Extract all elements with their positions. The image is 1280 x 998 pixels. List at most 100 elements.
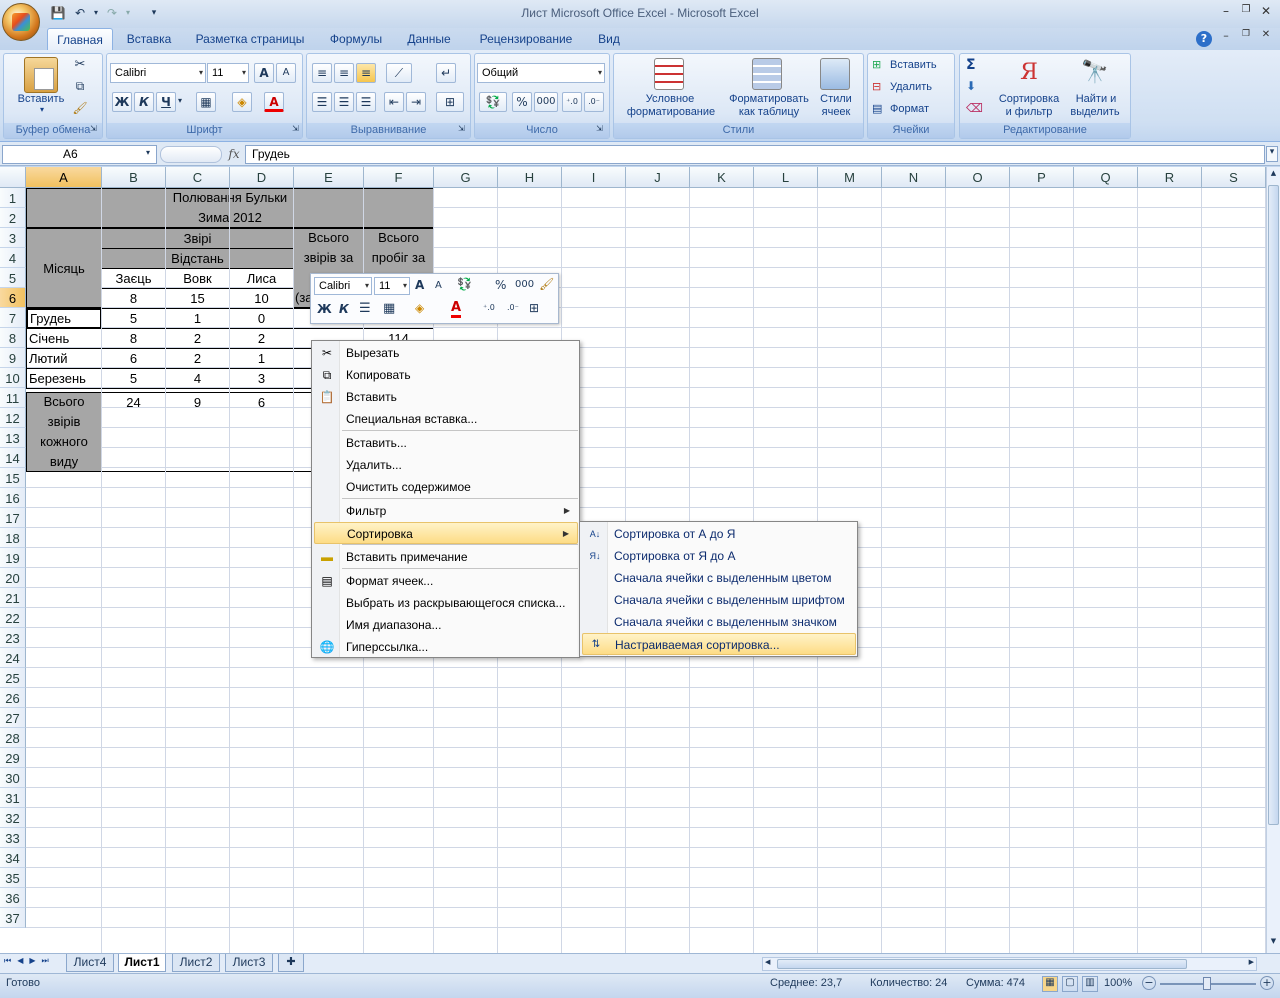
mini-font-color-icon[interactable]: A bbox=[451, 300, 462, 318]
cell-styles-icon[interactable] bbox=[820, 58, 850, 90]
row-header-35[interactable]: 35 bbox=[0, 868, 26, 888]
row-header-14[interactable]: 14 bbox=[0, 448, 26, 468]
conditional-format-label-2[interactable]: форматирование bbox=[616, 106, 726, 118]
font-family-select[interactable]: Calibri ▾ bbox=[110, 63, 206, 83]
conditional-format-icon[interactable] bbox=[654, 58, 684, 90]
fill-icon[interactable]: ⬇ bbox=[966, 79, 976, 93]
mini-borders-icon[interactable]: ▦ bbox=[383, 301, 395, 316]
row-header-16[interactable]: 16 bbox=[0, 488, 26, 508]
menu-delete[interactable]: Удалить... bbox=[314, 454, 578, 476]
wrap-text-icon[interactable]: ↵ bbox=[436, 63, 456, 83]
wolf-count-cell[interactable]: 2 bbox=[165, 348, 230, 369]
insert-sheet-icon[interactable]: ✚ bbox=[278, 954, 304, 972]
mini-grow-font-icon[interactable]: A bbox=[415, 278, 424, 292]
hare-total-cell[interactable]: 24 bbox=[101, 392, 166, 472]
tab-home[interactable]: Главная bbox=[47, 28, 113, 51]
row-header-8[interactable]: 8 bbox=[0, 328, 26, 348]
tab-insert[interactable]: Вставка bbox=[118, 28, 180, 51]
mini-decrease-decimal-icon[interactable]: .0⁻ bbox=[507, 303, 519, 312]
row-header-24[interactable]: 24 bbox=[0, 648, 26, 668]
vertical-scroll-thumb[interactable] bbox=[1268, 185, 1279, 825]
column-header-r[interactable]: R bbox=[1138, 167, 1202, 188]
format-painter-icon[interactable]: 🖌 bbox=[72, 101, 88, 117]
font-size-select[interactable]: 11 ▾ bbox=[207, 63, 249, 83]
tab-formulas[interactable]: Формулы bbox=[320, 28, 392, 51]
underline-dropdown-icon[interactable]: ▾ bbox=[178, 96, 182, 105]
office-button[interactable] bbox=[2, 3, 40, 41]
wolf-count-cell[interactable]: 2 bbox=[165, 328, 230, 349]
cell-styles-label-2[interactable]: ячеек bbox=[812, 106, 860, 118]
restore-icon[interactable]: ❐ bbox=[1236, 4, 1256, 22]
row-header-31[interactable]: 31 bbox=[0, 788, 26, 808]
find-select-label-1[interactable]: Найти и bbox=[1066, 93, 1126, 105]
sort-filter-label-2[interactable]: и фильтр bbox=[994, 106, 1064, 118]
zoom-out-icon[interactable]: − bbox=[1142, 976, 1156, 990]
column-header-m[interactable]: M bbox=[818, 167, 882, 188]
delete-cells-button[interactable]: Удалить bbox=[890, 81, 946, 93]
fox-count-cell[interactable]: 1 bbox=[229, 348, 294, 369]
insert-cells-button[interactable]: Вставить bbox=[890, 59, 946, 71]
tab-page-layout[interactable]: Разметка страницы bbox=[188, 28, 312, 51]
row-header-13[interactable]: 13 bbox=[0, 428, 26, 448]
paste-dropdown-icon[interactable]: ▾ bbox=[38, 105, 46, 114]
mini-thousands-button[interactable]: 000 bbox=[515, 279, 534, 290]
mini-size-select[interactable]: 11 ▾ bbox=[374, 277, 410, 295]
column-header-j[interactable]: J bbox=[626, 167, 690, 188]
column-header-c[interactable]: C bbox=[166, 167, 230, 188]
name-box-dropdown-icon[interactable]: ▾ bbox=[146, 148, 150, 157]
row-header-5[interactable]: 5 bbox=[0, 268, 26, 288]
row-header-6[interactable]: 6 bbox=[0, 288, 26, 308]
hare-count-cell[interactable]: 6 bbox=[101, 348, 166, 369]
column-header-g[interactable]: G bbox=[434, 167, 498, 188]
row-header-18[interactable]: 18 bbox=[0, 528, 26, 548]
grow-font-button[interactable]: A bbox=[254, 63, 274, 83]
sort-z-a[interactable]: Я↓ Сортировка от Я до А bbox=[582, 545, 856, 567]
formula-bar-resize-handle[interactable] bbox=[160, 146, 222, 163]
minimize-icon[interactable]: – bbox=[1216, 4, 1236, 22]
menu-sort[interactable]: Сортировка ▶ bbox=[314, 522, 578, 544]
find-select-icon[interactable]: 🔭 bbox=[1080, 57, 1110, 89]
font-color-icon[interactable]: A bbox=[264, 92, 284, 112]
thousands-button[interactable]: 000 bbox=[534, 92, 558, 112]
hare-count-cell[interactable]: 5 bbox=[101, 308, 166, 329]
row-header-29[interactable]: 29 bbox=[0, 748, 26, 768]
mini-currency-icon[interactable]: 💱 bbox=[457, 277, 472, 291]
number-launcher-icon[interactable]: ⇲ bbox=[596, 124, 606, 134]
sort-filter-label-1[interactable]: Сортировка bbox=[994, 93, 1064, 105]
scroll-right-icon[interactable]: ▶ bbox=[1249, 958, 1254, 966]
menu-cut[interactable]: ✂ Вырезать bbox=[314, 342, 578, 364]
merge-center-icon[interactable]: ⊞ bbox=[436, 92, 464, 112]
sort-by-cell-color[interactable]: Сначала ячейки с выделенным цветом bbox=[582, 567, 856, 589]
wolf-header-cell[interactable]: Вовк bbox=[165, 268, 230, 289]
horizontal-scrollbar[interactable]: ◀ ▶ bbox=[762, 957, 1257, 971]
format-cells-button[interactable]: Формат bbox=[890, 103, 946, 115]
percent-button[interactable]: % bbox=[512, 92, 532, 112]
hare-count-cell[interactable]: 5 bbox=[101, 368, 166, 389]
column-header-e[interactable]: E bbox=[294, 167, 364, 188]
cell-styles-label-1[interactable]: Стили bbox=[816, 93, 856, 105]
column-header-a[interactable]: A bbox=[26, 167, 102, 188]
menu-paste-special[interactable]: Специальная вставка... bbox=[314, 408, 578, 430]
row-header-22[interactable]: 22 bbox=[0, 608, 26, 628]
row-header-26[interactable]: 26 bbox=[0, 688, 26, 708]
align-top-icon[interactable]: ≡ bbox=[312, 63, 332, 83]
tab-view[interactable]: Вид bbox=[590, 28, 628, 51]
column-header-b[interactable]: B bbox=[102, 167, 166, 188]
currency-icon[interactable]: 💱 bbox=[479, 92, 507, 112]
italic-button[interactable]: К bbox=[134, 92, 154, 112]
wolf-total-cell[interactable]: 9 bbox=[165, 392, 230, 472]
copy-icon[interactable]: ⧉ bbox=[72, 79, 88, 95]
row-header-20[interactable]: 20 bbox=[0, 568, 26, 588]
sort-by-icon[interactable]: Сначала ячейки с выделенным значком bbox=[582, 611, 856, 633]
scroll-down-icon[interactable]: ▼ bbox=[1268, 937, 1279, 949]
mini-center-icon[interactable]: ☰ bbox=[359, 301, 371, 316]
menu-insert[interactable]: Вставить... bbox=[314, 432, 578, 454]
month-cell[interactable]: Грудеь bbox=[26, 308, 102, 329]
align-left-icon[interactable]: ☰ bbox=[312, 92, 332, 112]
row-header-23[interactable]: 23 bbox=[0, 628, 26, 648]
decrease-indent-icon[interactable]: ⇤ bbox=[384, 92, 404, 112]
mini-italic-button[interactable]: К bbox=[339, 302, 349, 316]
column-header-h[interactable]: H bbox=[498, 167, 562, 188]
grand-total-cell[interactable] bbox=[293, 392, 313, 472]
find-select-label-2[interactable]: выделить bbox=[1064, 106, 1126, 118]
